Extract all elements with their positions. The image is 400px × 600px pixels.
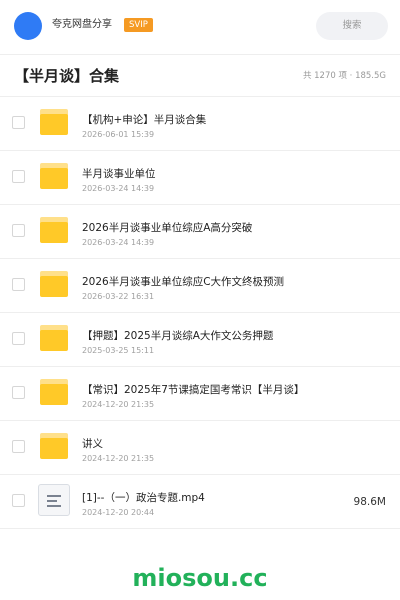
folder-icon xyxy=(40,271,68,297)
document-file-icon xyxy=(38,484,70,516)
item-name: 【押题】2025半月谈综A大作文公务押题 xyxy=(82,330,274,342)
select-checkbox[interactable] xyxy=(12,494,25,507)
list-item[interactable]: 2026半月谈事业单位综应C大作文终极预测 2026-03-22 16:31 xyxy=(0,259,400,313)
item-name: 【常识】2025年7节课搞定国考常识【半月谈】 xyxy=(82,384,305,396)
item-date: 2026-06-01 15:39 xyxy=(82,130,155,139)
item-date: 2026-03-24 14:39 xyxy=(82,238,155,247)
select-checkbox[interactable] xyxy=(12,170,25,183)
vip-badge: SVIP xyxy=(124,18,153,32)
list-item[interactable]: 半月谈事业单位 2026-03-24 14:39 xyxy=(0,151,400,205)
folder-icon xyxy=(40,379,68,405)
folder-icon xyxy=(40,433,68,459)
list-item[interactable]: 【押题】2025半月谈综A大作文公务押题 2025-03-25 15:11 xyxy=(0,313,400,367)
select-checkbox[interactable] xyxy=(12,116,25,129)
search-input[interactable]: 搜索 xyxy=(316,12,388,40)
header-bar: 夸克网盘分享 SVIP 搜索 xyxy=(0,0,400,54)
item-date: 2024-12-20 21:35 xyxy=(82,454,155,463)
item-name: 讲义 xyxy=(82,438,103,450)
item-name: 半月谈事业单位 xyxy=(82,168,156,180)
select-checkbox[interactable] xyxy=(12,278,25,291)
item-size: 98.6M xyxy=(353,496,386,508)
select-checkbox[interactable] xyxy=(12,440,25,453)
file-list: 【机构+申论】半月谈合集 2026-06-01 15:39 半月谈事业单位 20… xyxy=(0,97,400,529)
select-checkbox[interactable] xyxy=(12,332,25,345)
select-checkbox[interactable] xyxy=(12,386,25,399)
list-item[interactable]: [1]--（一）政治专题.mp4 2024-12-20 20:44 98.6M xyxy=(0,475,400,529)
item-name: 2026半月谈事业单位综应A高分突破 xyxy=(82,222,253,234)
page-title: 【半月谈】合集 xyxy=(14,67,120,85)
item-date: 2024-12-20 21:35 xyxy=(82,400,155,409)
watermark-logo: miosou.cc xyxy=(132,564,268,592)
folder-icon xyxy=(40,163,68,189)
item-name: 2026半月谈事业单位综应C大作文终极预测 xyxy=(82,276,285,288)
folder-icon xyxy=(40,109,68,135)
item-name: 【机构+申论】半月谈合集 xyxy=(82,114,207,126)
avatar[interactable] xyxy=(14,12,42,40)
item-date: 2026-03-22 16:31 xyxy=(82,292,155,301)
list-item[interactable]: 【常识】2025年7节课搞定国考常识【半月谈】 2024-12-20 21:35 xyxy=(0,367,400,421)
folder-title-bar: 【半月谈】合集 共 1270 项 · 185.5G xyxy=(0,55,400,97)
list-item[interactable]: 【机构+申论】半月谈合集 2026-06-01 15:39 xyxy=(0,97,400,151)
item-name: [1]--（一）政治专题.mp4 xyxy=(82,492,205,504)
list-item[interactable]: 讲义 2024-12-20 21:35 xyxy=(0,421,400,475)
item-date: 2026-03-24 14:39 xyxy=(82,184,155,193)
item-date: 2025-03-25 15:11 xyxy=(82,346,155,355)
folder-icon xyxy=(40,325,68,351)
list-item[interactable]: 2026半月谈事业单位综应A高分突破 2026-03-24 14:39 xyxy=(0,205,400,259)
folder-icon xyxy=(40,217,68,243)
item-date: 2024-12-20 20:44 xyxy=(82,508,155,517)
app-name: 夸克网盘分享 xyxy=(52,19,112,30)
folder-summary: 共 1270 项 · 185.5G xyxy=(302,71,386,81)
select-checkbox[interactable] xyxy=(12,224,25,237)
